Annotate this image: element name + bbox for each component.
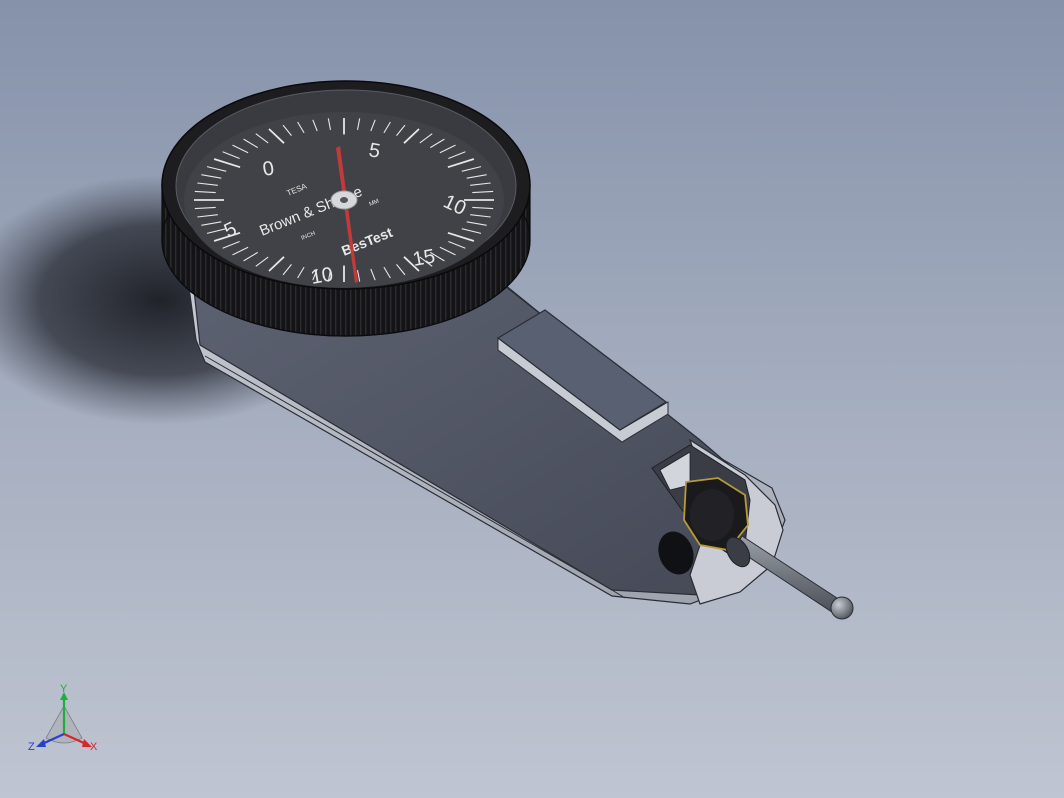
triad-z-arrow [36,739,46,747]
triad-y-label: Y [60,684,68,695]
model-view[interactable]: 0 5 10 15 10 5 Brown & Sharpe BesTest TE… [0,0,1064,798]
triad-z-label: Z [28,741,35,753]
coordinate-triad: Y X Z [28,684,98,753]
triad-x-label: X [90,741,98,753]
scale-number-15: 15 [411,245,437,271]
dial-pointer-pin [340,197,348,203]
pivot-nut-face [690,489,734,541]
stylus-ball [830,596,854,620]
graphics-viewport[interactable]: 0 5 10 15 10 5 Brown & Sharpe BesTest TE… [0,0,1064,798]
scale-number-10-bottom: 10 [309,263,335,289]
